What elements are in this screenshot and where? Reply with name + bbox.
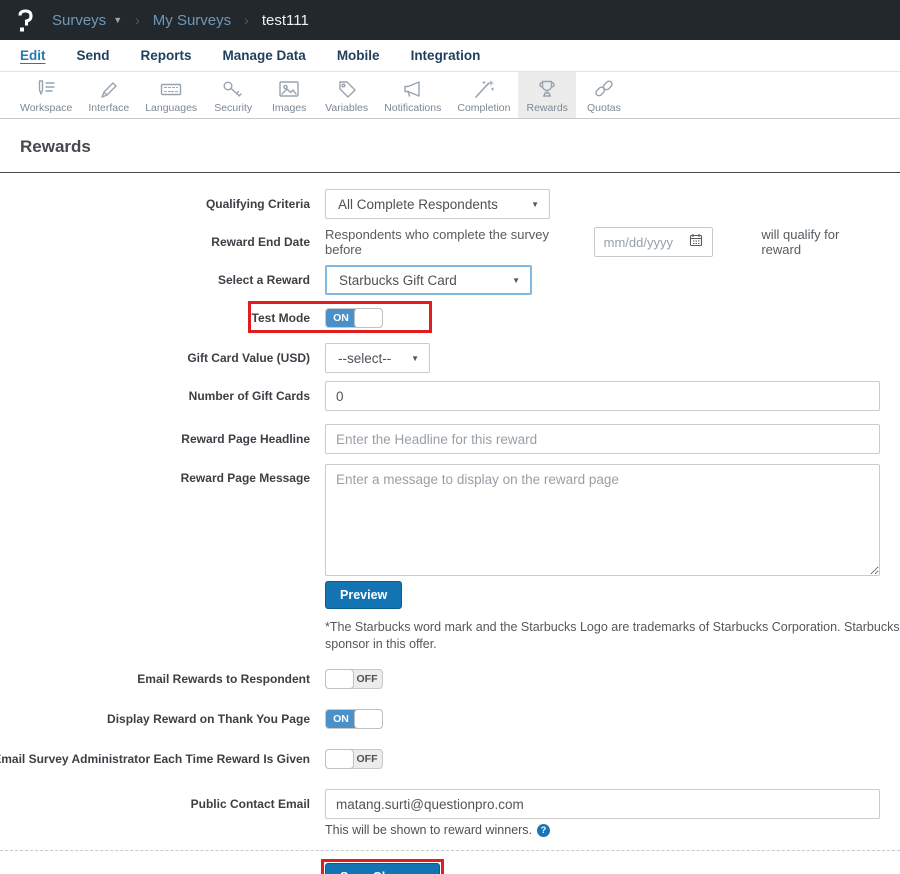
chevron-down-icon: ▼ [113,15,123,25]
reward-headline-input[interactable] [325,424,880,454]
gift-card-value-select[interactable]: --select-- ▼ [325,343,430,373]
display-reward-label: Display Reward on Thank You Page [107,712,310,726]
email-admin-row: Email Survey Administrator Each Time Rew… [0,749,880,769]
tab-integration[interactable]: Integration [411,48,481,63]
toolbar-item-variables[interactable]: Variables [317,72,376,118]
reward-message-label: Reward Page Message [180,471,310,485]
reward-message-row: Reward Page Message [20,464,880,576]
tab-reports[interactable]: Reports [141,48,192,63]
display-reward-toggle[interactable]: ON [325,709,383,729]
toggle-knob [354,709,383,729]
public-email-label: Public Contact Email [190,797,310,811]
select-arrow-icon: ▼ [531,199,539,209]
select-reward-label: Select a Reward [217,273,310,287]
quotas-icon [591,77,617,100]
reward-headline-row: Reward Page Headline [20,424,880,454]
gift-card-value-label: Gift Card Value (USD) [187,351,310,365]
qualifying-criteria-label: Qualifying Criteria [205,197,310,211]
main-nav-tabs: Edit Send Reports Manage Data Mobile Int… [0,40,900,72]
toggle-knob [354,308,383,328]
reward-end-date-label: Reward End Date [211,235,310,249]
reward-end-date-text-after: will qualify for reward [761,227,840,257]
select-reward-row: Select a Reward Starbucks Gift Card ▼ [20,265,880,295]
page-title: Rewards [20,137,91,156]
breadcrumb-my-surveys[interactable]: My Surveys [153,12,231,29]
email-rewards-label: Email Rewards to Respondent [137,672,310,686]
toolbar-item-images[interactable]: Images [261,72,317,118]
starbucks-trademark-note: *The Starbucks word mark and the Starbuc… [325,620,900,651]
number-gift-cards-input[interactable] [325,381,880,411]
interface-icon [96,77,122,100]
select-reward-select[interactable]: Starbucks Gift Card ▼ [325,265,532,295]
qualifying-criteria-select[interactable]: All Complete Respondents ▼ [325,189,550,219]
toolbar-item-interface[interactable]: Interface [80,72,137,118]
breadcrumb-separator: › [244,12,249,28]
reward-end-date-input[interactable]: mm/dd/yyyy [593,227,714,257]
save-changes-button[interactable]: Save Changes [325,863,441,874]
reward-headline-label: Reward Page Headline [181,432,310,446]
edit-icon-toolbar: Workspace Interface Languages Security I… [0,72,900,119]
calendar-icon[interactable] [689,233,703,252]
test-mode-toggle[interactable]: ON [325,308,383,328]
completion-icon [471,77,497,100]
save-row: Save Changes [321,859,880,874]
notifications-icon [400,77,426,100]
reward-end-date-text-before: Respondents who complete the survey befo… [325,227,550,257]
breadcrumb-survey-name: test111 [261,11,309,29]
test-mode-label: Test Mode [251,311,310,325]
tab-edit[interactable]: Edit [20,48,46,63]
images-icon [276,77,302,100]
help-icon[interactable]: ? [537,823,551,837]
email-admin-label: Email Survey Administrator Each Time Rew… [0,752,310,766]
select-arrow-icon: ▼ [512,275,520,285]
public-email-row: Public Contact Email This will be shown … [20,789,880,837]
rewards-trophy-icon [534,77,560,100]
languages-icon [158,77,184,100]
qualifying-criteria-row: Qualifying Criteria All Complete Respond… [20,189,880,219]
save-annotation-box: Save Changes [321,859,445,874]
reward-message-textarea[interactable] [325,464,880,576]
tab-mobile[interactable]: Mobile [337,48,380,63]
preview-button[interactable]: Preview [325,581,403,609]
top-header-bar: Surveys ▼ › My Surveys › test111 [0,0,900,40]
footer-divider [0,850,900,851]
reward-end-date-row: Reward End Date Respondents who complete… [20,227,880,257]
toolbar-item-completion[interactable]: Completion [449,72,518,118]
toolbar-item-notifications[interactable]: Notifications [376,72,449,118]
toolbar-item-workspace[interactable]: Workspace [12,72,80,118]
select-arrow-icon: ▼ [411,353,419,363]
workspace-icon [33,77,59,100]
display-reward-row: Display Reward on Thank You Page ON [20,709,880,729]
title-divider [0,172,900,173]
gift-card-value-row: Gift Card Value (USD) --select-- ▼ [20,343,880,373]
questionpro-logo-icon[interactable] [14,7,36,33]
email-admin-toggle[interactable]: OFF [325,749,383,769]
toggle-knob [325,749,354,769]
variables-icon [334,77,360,100]
toolbar-item-rewards[interactable]: Rewards [518,72,576,118]
tab-send[interactable]: Send [77,48,110,63]
breadcrumb-surveys[interactable]: Surveys ▼ [52,12,122,29]
security-icon [220,77,246,100]
rewards-settings-panel: Rewards Qualifying Criteria All Complete… [0,119,900,874]
toolbar-item-quotas[interactable]: Quotas [576,72,632,118]
email-rewards-row: Email Rewards to Respondent OFF [20,669,880,689]
public-email-helper: This will be shown to reward winners. ? [325,823,880,837]
toolbar-item-languages[interactable]: Languages [137,72,205,118]
number-gift-cards-label: Number of Gift Cards [188,389,310,403]
toolbar-item-security[interactable]: Security [205,72,261,118]
public-email-input[interactable] [325,789,880,819]
test-mode-row: Test Mode ON [20,301,880,333]
email-rewards-toggle[interactable]: OFF [325,669,383,689]
tab-manage-data[interactable]: Manage Data [223,48,306,63]
number-gift-cards-row: Number of Gift Cards [20,381,880,411]
toggle-knob [325,669,354,689]
preview-row: Preview *The Starbucks word mark and the… [20,581,900,669]
breadcrumb-separator: › [135,12,140,28]
